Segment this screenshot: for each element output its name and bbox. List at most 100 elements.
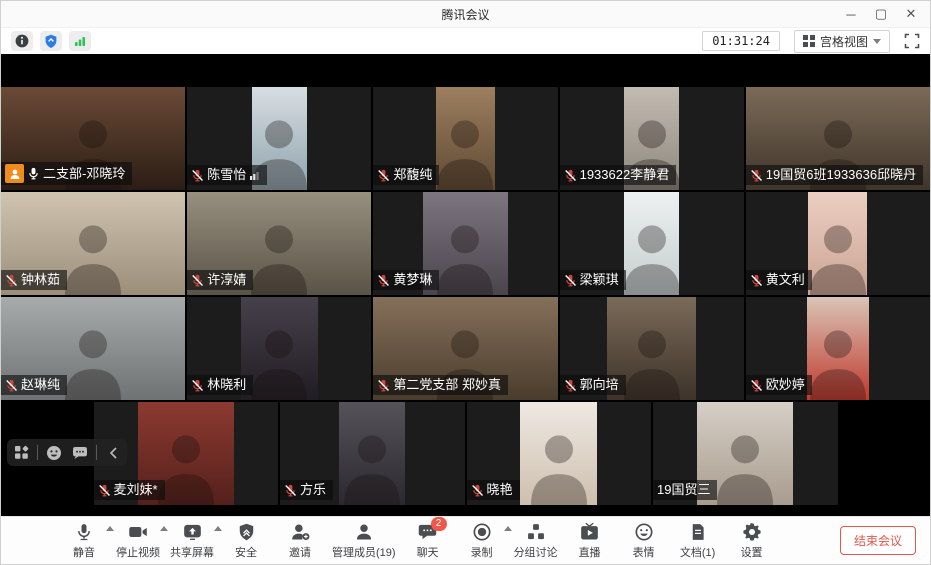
share-screen-button[interactable]: 共享屏幕	[165, 519, 219, 563]
fullscreen-icon[interactable]	[904, 33, 920, 49]
video-tile[interactable]: 19国贸三	[653, 402, 838, 505]
participant-name: 林晓利	[207, 377, 246, 393]
participant-label: 郑馥纯	[373, 165, 439, 185]
video-tile[interactable]: 郑馥纯	[373, 87, 557, 190]
video-grid-area: 二支部-邓晓玲 陈雪怡 郑馥纯 1933622李静君 19国贸6班1933636邱晓丹钟…	[1, 54, 930, 516]
stop-video-button[interactable]: 停止视频	[111, 519, 165, 563]
video-tile[interactable]: 1933622李静君	[560, 87, 744, 190]
unread-badge: 2	[431, 517, 447, 531]
participant-label: 许淳婧	[187, 270, 253, 290]
smiley-icon[interactable]	[44, 443, 64, 463]
video-feed	[520, 402, 597, 505]
bottom-toolbar: 静音停止视频共享屏幕 安全 邀请 管理成员(19) 聊天2录制分组讨论直播 表情文档(1)…	[1, 516, 930, 564]
divider	[96, 445, 97, 460]
participant-name: 梁颖琪	[580, 272, 619, 288]
mute-button[interactable]: 静音	[57, 519, 111, 563]
participant-label: 梁颖琪	[560, 270, 626, 290]
meeting-timer: 01:31:24	[702, 31, 780, 51]
participant-name: 郑馥纯	[393, 167, 432, 183]
live-button[interactable]: 直播	[563, 519, 617, 563]
security-button[interactable]: 安全	[219, 519, 273, 563]
participant-label: 二支部-邓晓玲	[1, 162, 132, 185]
invite-button[interactable]: 邀请	[273, 519, 327, 563]
view-mode-button[interactable]: 宫格视图	[794, 30, 890, 53]
video-tile[interactable]: 晓艳	[467, 402, 652, 505]
toolbar-item-label: 静音	[73, 544, 95, 560]
participant-name: 钟林茹	[21, 272, 60, 288]
participant-name: 黄梦琳	[393, 272, 432, 288]
video-tile[interactable]: 第二党支部 郑妙真	[373, 297, 557, 400]
minimize-button[interactable]: ─	[838, 4, 864, 24]
video-tile[interactable]: 梁颖琪	[560, 192, 744, 295]
toolbar-item-label: 共享屏幕	[170, 544, 214, 560]
settings-button[interactable]: 设置	[725, 519, 779, 563]
breakout-icon	[526, 521, 546, 543]
record-button[interactable]: 录制	[455, 519, 509, 563]
muted-mic-icon	[284, 484, 297, 497]
muted-mic-icon	[5, 379, 18, 392]
muted-mic-icon	[564, 169, 577, 182]
participant-name: 赵琳纯	[21, 377, 60, 393]
participant-name: 郭向培	[580, 377, 619, 393]
toolbar-item-label: 直播	[579, 544, 601, 560]
camera-icon	[127, 521, 149, 543]
video-tile[interactable]: 林晓利	[187, 297, 371, 400]
toolbar-item-label: 安全	[235, 544, 257, 560]
divider	[37, 445, 38, 460]
muted-mic-icon	[750, 274, 763, 287]
host-badge-icon	[5, 164, 24, 183]
muted-mic-icon	[471, 484, 484, 497]
video-tile[interactable]: 许淳婧	[187, 192, 371, 295]
shield-icon[interactable]	[40, 31, 62, 51]
toolbar-item-label: 表情	[633, 544, 655, 560]
chevron-down-icon	[873, 39, 881, 44]
participant-name: 黄文利	[766, 272, 805, 288]
chat-bubble-icon[interactable]	[70, 443, 90, 463]
chat-button[interactable]: 聊天2	[401, 519, 455, 563]
participant-name: 1933622李静君	[580, 167, 670, 183]
video-tile[interactable]: 19国贸6班1933636邱晓丹	[746, 87, 930, 190]
info-icon[interactable]	[11, 31, 33, 51]
video-tile[interactable]: 二支部-邓晓玲	[1, 87, 185, 190]
video-tile[interactable]: 方乐	[280, 402, 465, 505]
participant-name: 许淳婧	[207, 272, 246, 288]
network-signal-icon[interactable]	[69, 31, 91, 51]
toolbar-item-label: 邀请	[289, 544, 311, 560]
docs-button[interactable]: 文档(1)	[671, 519, 725, 563]
participant-label: 陈雪怡	[187, 165, 267, 185]
video-tile[interactable]: 黄梦琳	[373, 192, 557, 295]
participant-label: 欧妙婷	[746, 375, 812, 395]
emoji-button[interactable]: 表情	[617, 519, 671, 563]
grid-view-icon	[803, 35, 815, 47]
breakout-button[interactable]: 分组讨论	[509, 519, 563, 563]
video-grid: 二支部-邓晓玲 陈雪怡 郑馥纯 1933622李静君 19国贸6班1933636邱晓丹钟…	[1, 87, 930, 505]
shield-lock-icon	[237, 521, 256, 543]
toolbar-item-label: 管理成员(19)	[332, 544, 396, 560]
muted-mic-icon	[564, 274, 577, 287]
maximize-button[interactable]: ▢	[868, 4, 894, 24]
signal-bars-icon	[249, 170, 260, 181]
participant-name: 19国贸三	[657, 482, 710, 498]
video-tile[interactable]: 陈雪怡	[187, 87, 371, 190]
video-tile[interactable]: 钟林茹	[1, 192, 185, 295]
video-tile[interactable]: 赵琳纯	[1, 297, 185, 400]
layout-icon[interactable]	[11, 443, 31, 463]
muted-mic-icon	[377, 379, 390, 392]
person-add-icon	[290, 521, 311, 543]
chevron-left-icon[interactable]	[103, 443, 123, 463]
participant-label: 钟林茹	[1, 270, 67, 290]
members-button[interactable]: 管理成员(19)	[327, 519, 401, 563]
muted-mic-icon	[191, 169, 204, 182]
participant-label: 黄梦琳	[373, 270, 439, 290]
video-tile[interactable]: 欧妙婷	[746, 297, 930, 400]
meeting-info-bar: 01:31:24 宫格视图	[1, 28, 930, 54]
close-button[interactable]: ✕	[898, 4, 924, 24]
video-tile[interactable]: 郭向培	[560, 297, 744, 400]
video-feed	[339, 402, 405, 505]
live-tv-icon	[579, 521, 600, 543]
person-silhouette	[518, 423, 600, 505]
window-controls: ─ ▢ ✕	[838, 4, 930, 24]
person-silhouette	[331, 423, 413, 505]
video-tile[interactable]: 黄文利	[746, 192, 930, 295]
end-meeting-button[interactable]: 结束会议	[840, 526, 916, 555]
